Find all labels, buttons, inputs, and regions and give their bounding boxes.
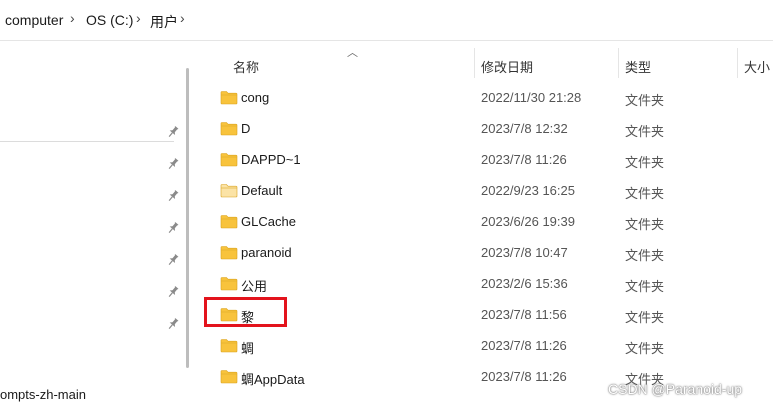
breadcrumb-item-computer[interactable]: computer — [5, 12, 63, 28]
file-row[interactable]: GLCache 2023/6/26 19:39 文件夹 — [200, 206, 773, 237]
folder-icon — [220, 245, 238, 260]
breadcrumb-item-os-c[interactable]: OS (C:) — [86, 12, 133, 28]
file-type: 文件夹 — [625, 310, 665, 325]
vertical-scrollbar[interactable] — [186, 68, 190, 398]
pin-icon[interactable] — [166, 317, 180, 331]
column-divider[interactable] — [618, 48, 619, 78]
file-modified-date: 2022/11/30 21:28 — [481, 90, 582, 105]
file-name: Default — [241, 183, 283, 198]
file-modified-date: 2023/2/6 15:36 — [481, 276, 568, 291]
file-modified-date: 2023/7/8 11:26 — [481, 369, 567, 384]
file-type: 文件夹 — [625, 279, 665, 294]
file-modified-date: 2023/7/8 11:56 — [481, 307, 567, 322]
column-header-type[interactable]: 类型 — [625, 57, 651, 76]
column-header-row: ︿ 名称 修改日期 类型 大小 — [200, 47, 773, 80]
address-breadcrumb: computer › OS (C:) › 用户 › — [0, 0, 773, 41]
file-type: 文件夹 — [625, 155, 665, 170]
column-divider[interactable] — [737, 48, 738, 78]
breadcrumb-item-users[interactable]: 用户 — [150, 12, 178, 32]
folder-icon — [220, 152, 238, 167]
file-name: DAPPD~1 — [241, 152, 301, 167]
folder-icon — [220, 90, 238, 105]
folder-icon — [220, 276, 238, 291]
pin-icon[interactable] — [166, 285, 180, 299]
file-row[interactable]: cong 2022/11/30 21:28 文件夹 — [200, 82, 773, 113]
folder-icon — [220, 369, 238, 384]
highlight-annotation — [204, 297, 287, 327]
file-modified-date: 2023/7/8 10:47 — [481, 245, 568, 260]
pin-icon[interactable] — [166, 253, 180, 267]
file-type: 文件夹 — [625, 186, 665, 201]
file-type: 文件夹 — [625, 341, 665, 356]
file-row[interactable]: DAPPD~1 2023/7/8 11:26 文件夹 — [200, 144, 773, 175]
file-type: 文件夹 — [625, 124, 665, 139]
file-type: 文件夹 — [625, 93, 665, 108]
file-name: paranoid — [241, 245, 292, 260]
file-type: 文件夹 — [625, 217, 665, 232]
folder-icon — [220, 121, 238, 136]
file-modified-date: 2023/7/8 11:26 — [481, 338, 567, 353]
file-modified-date: 2022/9/23 16:25 — [481, 183, 575, 198]
pin-icon[interactable] — [166, 157, 180, 171]
file-name: D — [241, 121, 251, 136]
sort-up-icon: ︿ — [347, 47, 358, 59]
file-name: 蜩AppData — [241, 372, 305, 387]
file-modified-date: 2023/7/8 12:32 — [481, 121, 568, 136]
folder-icon — [220, 183, 238, 198]
file-type: 文件夹 — [625, 248, 665, 263]
file-row[interactable]: Default 2022/9/23 16:25 文件夹 — [200, 175, 773, 206]
pin-icon[interactable] — [166, 125, 180, 139]
column-header-size[interactable]: 大小 — [744, 57, 770, 76]
column-header-modified[interactable]: 修改日期 — [481, 57, 533, 76]
watermark-text: CSDN @Paranoid-up — [608, 381, 743, 397]
nav-divider — [0, 141, 174, 142]
file-row[interactable]: paranoid 2023/7/8 10:47 文件夹 — [200, 237, 773, 268]
folder-icon — [220, 214, 238, 229]
chevron-right-icon[interactable]: › — [136, 10, 141, 26]
file-modified-date: 2023/6/26 19:39 — [481, 214, 575, 229]
folder-icon — [220, 338, 238, 353]
file-row[interactable]: D 2023/7/8 12:32 文件夹 — [200, 113, 773, 144]
column-divider[interactable] — [474, 48, 475, 78]
file-row[interactable]: 蜩 2023/7/8 11:26 文件夹 — [200, 330, 773, 361]
chevron-right-icon[interactable]: › — [180, 10, 185, 26]
nav-item-label[interactable]: ompts-zh-main — [0, 387, 86, 402]
file-name: 蜩 — [241, 341, 255, 356]
scrollbar-thumb[interactable] — [186, 68, 189, 368]
file-name: GLCache — [241, 214, 296, 229]
file-row[interactable]: 公用 2023/2/6 15:36 文件夹 — [200, 268, 773, 299]
navigation-pane: ompts-zh-main — [0, 41, 188, 407]
file-modified-date: 2023/7/8 11:26 — [481, 152, 567, 167]
pin-icon[interactable] — [166, 189, 180, 203]
file-name: 公用 — [241, 279, 268, 294]
column-header-name[interactable]: 名称 — [233, 57, 259, 76]
chevron-right-icon[interactable]: › — [70, 10, 75, 26]
pin-icon[interactable] — [166, 221, 180, 235]
file-name: cong — [241, 90, 270, 105]
